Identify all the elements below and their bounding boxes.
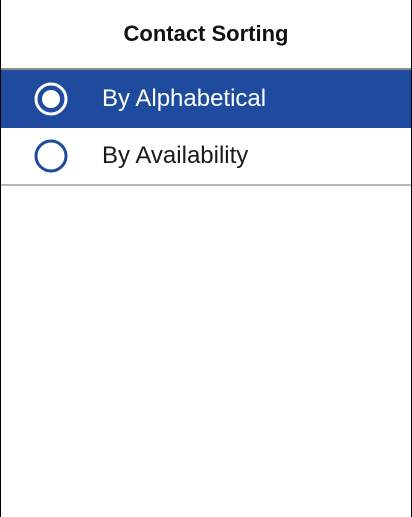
radio-unselected-icon[interactable]	[33, 138, 69, 174]
page-title: Contact Sorting	[123, 21, 289, 46]
option-label: By Availability	[102, 142, 249, 169]
header: Contact Sorting	[1, 0, 411, 70]
contact-sorting-screen: Contact Sorting By Alphabetical By Avail…	[0, 0, 412, 517]
option-by-availability[interactable]: By Availability	[1, 128, 411, 186]
radio-selected-icon[interactable]	[33, 81, 69, 117]
option-label: By Alphabetical	[102, 85, 267, 112]
option-by-alphabetical[interactable]: By Alphabetical	[1, 70, 411, 128]
